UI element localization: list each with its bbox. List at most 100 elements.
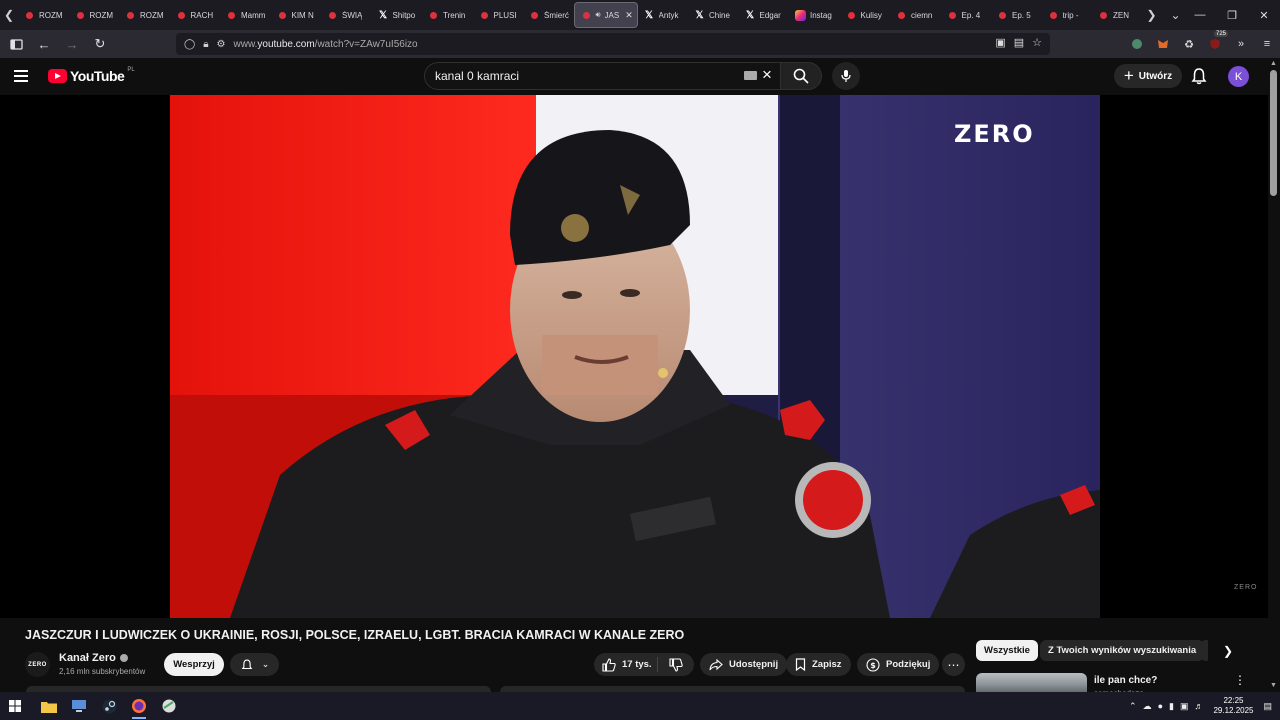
browser-tab[interactable]: ROZM	[69, 2, 120, 28]
thanks-button[interactable]: $ Podziękuj	[857, 653, 940, 676]
browser-tab[interactable]: Ep. 4	[941, 2, 992, 28]
browser-tab[interactable]: KIM N	[271, 2, 322, 28]
account-avatar[interactable]: K	[1228, 66, 1249, 87]
tabs-scroll-right-icon[interactable]: ❯	[1143, 0, 1161, 30]
speaker-icon[interactable]: 🔊︎	[596, 10, 601, 20]
guide-menu-icon[interactable]	[14, 66, 34, 86]
channel-avatar[interactable]: ZERO	[25, 652, 50, 677]
browser-tab[interactable]: Mamm	[220, 2, 271, 28]
reader-view-icon[interactable]: ▤	[1014, 36, 1024, 49]
forward-icon[interactable]: →	[60, 32, 84, 56]
steam-icon[interactable]	[94, 692, 124, 720]
chips-next-chevron-icon[interactable]: ❯	[1218, 642, 1238, 660]
network-icon[interactable]: ▣	[1180, 701, 1189, 712]
recommendation-thumbnail[interactable]	[976, 673, 1087, 692]
back-icon[interactable]: ←	[32, 32, 56, 56]
tracking-protection-icon[interactable]: ◯	[184, 39, 195, 50]
youtube-icon	[896, 10, 907, 21]
restore-icon[interactable]: ❐	[1216, 0, 1248, 30]
browser-tab[interactable]: Ep. 5	[991, 2, 1042, 28]
more-actions-icon[interactable]: ⋯	[942, 653, 965, 676]
cloud-sync-icon[interactable]: ☁	[1143, 701, 1152, 712]
tab-label: KIM N	[291, 10, 314, 20]
page-scrollbar[interactable]: ▲ ▼	[1268, 58, 1280, 692]
url-bar[interactable]: ◯ 🔒︎ ⚙︎ www.youtube.com/watch?v=ZAw7uI56…	[176, 33, 1050, 55]
save-button[interactable]: Zapisz	[786, 653, 851, 676]
subscription-notifications-button[interactable]: ⌄	[230, 653, 279, 676]
browser-tab[interactable]: RACH	[170, 2, 221, 28]
picture-in-picture-icon[interactable]: ▣	[995, 36, 1005, 49]
youtube-icon	[529, 10, 540, 21]
computer-app-icon[interactable]	[64, 692, 94, 720]
permissions-icon[interactable]: ⚙︎	[217, 39, 226, 50]
browser-tab[interactable]: ROZM	[119, 2, 170, 28]
like-button[interactable]: 17 tys.	[594, 657, 658, 672]
support-button[interactable]: Wesprzyj	[164, 653, 224, 676]
windows-start-icon[interactable]	[0, 692, 30, 720]
video-watermark[interactable]: ZERO	[1234, 584, 1257, 591]
close-window-icon[interactable]: ✕	[1248, 0, 1280, 30]
create-button[interactable]: + Utwórz	[1114, 64, 1182, 88]
shield-extension-icon[interactable]	[1128, 35, 1146, 53]
youtube-logo[interactable]: YouTube PL	[48, 67, 135, 84]
recommendation-menu-icon[interactable]: ⋮	[1234, 673, 1246, 687]
browser-tab[interactable]: 𝕏 Edgar	[739, 2, 790, 28]
notifications-bell-icon[interactable]	[1189, 66, 1209, 86]
browser-tab[interactable]: Śmierć	[523, 2, 574, 28]
fox-extension-icon[interactable]	[1154, 35, 1172, 53]
browser-tab[interactable]: 𝕏 Chine	[688, 2, 739, 28]
notifications-icon[interactable]: ▤	[1263, 701, 1272, 712]
url-text[interactable]: www.youtube.com/watch?v=ZAw7uI56izo	[234, 39, 418, 50]
reload-icon[interactable]: ↻	[88, 32, 112, 56]
pinned-app-icon[interactable]	[154, 692, 184, 720]
firefox-icon[interactable]	[124, 692, 154, 720]
chip-from-your-search[interactable]: Z Twoich wyników wyszukiwania	[1040, 640, 1205, 661]
browser-tab[interactable]: Instag	[789, 2, 840, 28]
scroll-up-icon[interactable]: ▲	[1270, 60, 1277, 67]
dislike-button[interactable]	[658, 657, 694, 672]
chip-all[interactable]: Wszystkie	[976, 640, 1038, 661]
chip-partial[interactable]	[1200, 640, 1208, 661]
browser-tab[interactable]: Kulisy	[840, 2, 891, 28]
clock[interactable]: 22:25 29.12.2025	[1209, 696, 1257, 716]
volume-icon[interactable]: ♬	[1194, 701, 1203, 711]
file-explorer-icon[interactable]	[34, 692, 64, 720]
scroll-down-icon[interactable]: ▼	[1270, 682, 1277, 689]
browser-tab[interactable]: trip -	[1042, 2, 1093, 28]
search-input[interactable]: kanal 0 kamraci	[424, 62, 780, 90]
video-player[interactable]: ZERO ZERO	[0, 95, 1268, 618]
browser-tab[interactable]: PLUSI	[473, 2, 524, 28]
voice-search-button[interactable]	[832, 62, 860, 90]
browser-tab[interactable]: 🔊︎ JAS ✕	[573, 2, 638, 28]
search-icon	[793, 68, 809, 84]
channel-name[interactable]: Kanał Zero	[59, 652, 128, 664]
overflow-menu-icon[interactable]: »	[1232, 35, 1250, 53]
scrollbar-thumb[interactable]	[1270, 70, 1277, 196]
hamburger-menu-icon[interactable]: ≡	[1258, 35, 1276, 53]
bookmark-star-icon[interactable]: ☆	[1032, 36, 1042, 49]
search-button[interactable]	[780, 62, 822, 90]
keyboard-icon[interactable]	[744, 71, 757, 80]
close-tab-icon[interactable]: ✕	[625, 10, 633, 21]
extensions-puzzle-icon[interactable]: ♻	[1180, 35, 1198, 53]
tray-expand-icon[interactable]: ⌃	[1129, 701, 1137, 712]
microphone-tray-icon[interactable]: ▮	[1169, 701, 1174, 712]
browser-tab[interactable]: Trenin	[422, 2, 473, 28]
browser-tab[interactable]: ZEN	[1092, 2, 1143, 28]
browser-tab[interactable]: 𝕏 Shitpo	[372, 2, 423, 28]
clear-search-icon[interactable]: ×	[762, 66, 772, 84]
share-button[interactable]: Udostępnij	[700, 653, 788, 676]
browser-tab[interactable]: ciemn	[890, 2, 941, 28]
ublock-extension-icon[interactable]: 725	[1206, 31, 1228, 53]
browser-tab[interactable]: 𝕏 Antyk	[638, 2, 689, 28]
tabs-list-all-icon[interactable]: ⌄	[1167, 0, 1185, 30]
browser-tab[interactable]: ŚWIĄ	[321, 2, 372, 28]
security-icon[interactable]: ●	[1158, 701, 1163, 711]
minimize-icon[interactable]: —	[1184, 0, 1216, 30]
lock-icon[interactable]: 🔒︎	[203, 39, 208, 50]
recommendation-title[interactable]: ile pan chce?	[1094, 675, 1157, 686]
sidebar-toggle-icon[interactable]	[4, 32, 28, 56]
browser-tab[interactable]: ROZM	[18, 2, 69, 28]
tabs-scroll-left-icon[interactable]: ❮	[0, 0, 18, 30]
video-frame[interactable]: ZERO	[170, 95, 1100, 618]
